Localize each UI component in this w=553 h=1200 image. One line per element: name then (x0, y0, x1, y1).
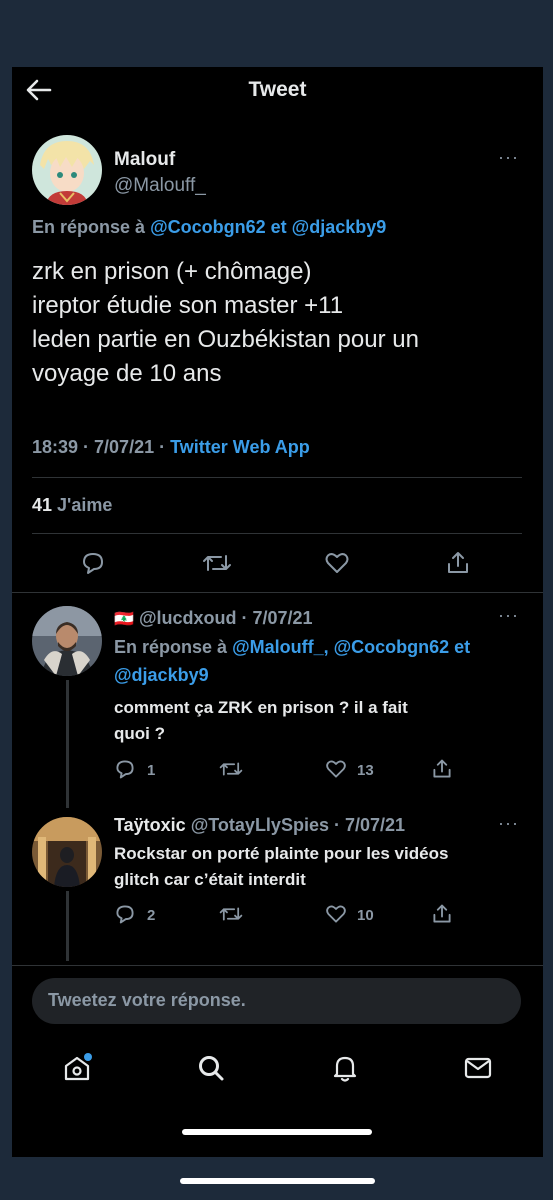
retweet-button[interactable] (219, 758, 243, 780)
home-indicator (182, 1129, 372, 1135)
like-button[interactable] (325, 903, 347, 925)
tweet-text-line: voyage de 10 ans (32, 360, 222, 387)
retweet-icon (219, 762, 243, 776)
mention-link[interactable]: @djackby9 (114, 661, 470, 689)
reply-name[interactable]: Taÿtoxic (114, 815, 186, 835)
reply-count: 1 (147, 762, 156, 779)
like-count: 13 (357, 762, 374, 779)
thread-line (66, 891, 69, 961)
avatar-image (32, 135, 102, 205)
reply-icon (116, 760, 134, 779)
home-icon (64, 1053, 92, 1081)
divider (12, 592, 543, 593)
author-handle[interactable]: @Malouff_ (114, 175, 206, 197)
share-icon (433, 759, 451, 778)
share-button[interactable] (431, 758, 453, 780)
page-title: Tweet (248, 78, 307, 101)
like-button[interactable] (324, 550, 350, 576)
likes-label: J'aime (57, 495, 113, 515)
reply-icon (83, 553, 103, 574)
mention-link[interactable]: @djackby9 (292, 217, 387, 237)
heart-icon (326, 905, 346, 923)
reply-button[interactable] (80, 550, 106, 576)
nav-messages[interactable] (463, 1053, 493, 1083)
reply-text: Rockstar on porté plainte pour les vidéo… (114, 841, 448, 893)
reply-text: comment ça ZRK en prison ? il a fait quo… (114, 695, 408, 747)
reply-count: 2 (147, 907, 156, 924)
reply-button[interactable] (114, 903, 136, 925)
reply-text-line: glitch car c’était interdit (114, 870, 306, 889)
reply-text-line: comment ça ZRK en prison ? il a fait (114, 698, 408, 717)
reply-context: En réponse à @Cocobgn62 et @djackby9 (32, 217, 386, 238)
reply-button[interactable] (114, 758, 136, 780)
like-button[interactable] (325, 758, 347, 780)
reply-date: · 7/07/21 (241, 608, 313, 628)
reply-date: · 7/07/21 (334, 815, 406, 835)
avatar-image (32, 606, 102, 676)
avatar-image (32, 817, 102, 887)
tweet-text-line: leden partie en Ouzbékistan pour un (32, 326, 419, 353)
thread-line (66, 680, 69, 808)
likes-stat[interactable]: 41 J'aime (32, 495, 112, 516)
likes-count: 41 (32, 495, 53, 515)
reply-compose-input[interactable]: Tweetez votre réponse. (32, 978, 521, 1024)
tweet-timestamp: 18:39 · 7/07/21 · (32, 437, 166, 457)
heart-icon (325, 553, 349, 573)
share-icon (448, 552, 468, 573)
nav-search[interactable] (196, 1053, 226, 1083)
more-options-icon[interactable]: ··· (498, 813, 519, 834)
mail-icon (464, 1057, 492, 1079)
reply-icon (116, 905, 134, 924)
avatar[interactable] (32, 135, 102, 205)
reply-header: Taÿtoxic @TotayLlySpies · 7/07/21 (114, 815, 405, 836)
more-options-icon[interactable]: ··· (498, 147, 519, 168)
tweet-source-link[interactable]: Twitter Web App (170, 437, 310, 457)
retweet-button[interactable] (219, 903, 243, 925)
avatar[interactable] (32, 817, 102, 887)
divider (12, 965, 543, 966)
reply-context: En réponse à @Malouff_, @Cocobgn62 et @d… (114, 633, 470, 689)
bell-icon (333, 1056, 357, 1082)
reply-text-line: quoi ? (114, 724, 165, 743)
mention-link[interactable]: @Malouff_, @Cocobgn62 et (232, 637, 470, 657)
home-indicator (180, 1178, 375, 1184)
divider (32, 533, 522, 534)
author-name[interactable]: Malouf (114, 149, 175, 171)
flag-emoji: 🇱🇧 (114, 611, 134, 628)
mention-and: et (270, 217, 287, 237)
nav-home[interactable] (62, 1053, 92, 1083)
retweet-icon (219, 907, 243, 921)
share-icon (433, 904, 451, 923)
search-icon (199, 1056, 224, 1081)
nav-notifications[interactable] (330, 1053, 360, 1083)
reply-handle[interactable]: @lucdxoud (139, 608, 237, 628)
share-button[interactable] (431, 903, 453, 925)
reply-prefix: En réponse à (114, 637, 228, 657)
retweet-icon (203, 555, 231, 571)
share-button[interactable] (445, 550, 471, 576)
like-count: 10 (357, 907, 374, 924)
mention-link[interactable]: @Cocobgn62 (150, 217, 266, 237)
reply-text-line: Rockstar on porté plainte pour les vidéo… (114, 844, 449, 863)
tweet-screen: Tweet Malouf @Malouff_ ··· En réponse à … (12, 67, 543, 1157)
avatar[interactable] (32, 606, 102, 676)
top-bar: Tweet (12, 67, 543, 113)
tweet-text: zrk en prison (+ chômage) ireptor étudie… (32, 255, 532, 391)
tweet-text-line: ireptor étudie son master +11 (32, 292, 344, 319)
tweet-meta: 18:39 · 7/07/21 · Twitter Web App (32, 437, 310, 458)
reply-handle[interactable]: @TotayLlySpies (191, 815, 329, 835)
reply-prefix: En réponse à (32, 217, 146, 237)
divider (32, 477, 522, 478)
tweet-text-line: zrk en prison (+ chômage) (32, 258, 312, 285)
retweet-button[interactable] (202, 550, 231, 576)
more-options-icon[interactable]: ··· (498, 605, 519, 626)
reply-header: 🇱🇧 @lucdxoud · 7/07/21 (114, 608, 313, 629)
heart-icon (326, 760, 346, 778)
